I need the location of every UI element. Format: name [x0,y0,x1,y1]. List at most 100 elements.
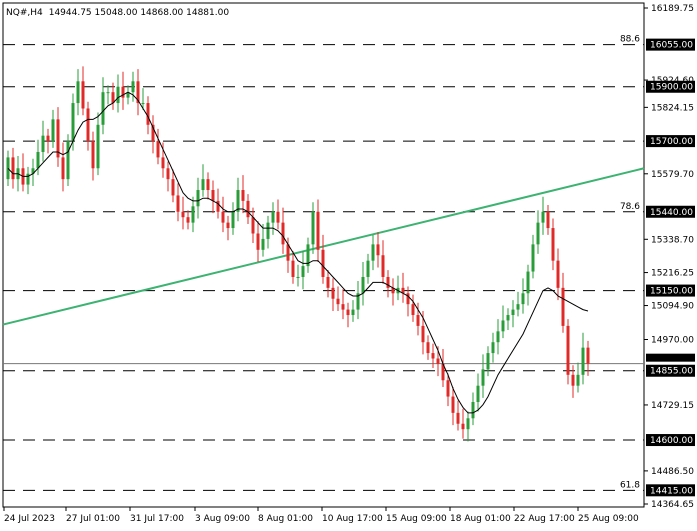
price-tick-label: 15338.70 [651,235,694,245]
price-tick-label: 15216.25 [651,269,694,279]
price-axis: 16189.7515924.6015824.1515579.7015338.70… [644,4,695,510]
level-price-label: 16055.00 [650,41,693,51]
price-tick-label: 15094.90 [651,302,694,312]
candle-body [316,211,320,250]
candle-body [371,244,375,261]
candle-body [161,157,165,169]
candle-body [331,287,335,299]
candle-body [376,244,380,256]
price-tick-label: 16189.75 [651,4,694,14]
candle-body [181,211,185,218]
candle-body [426,342,430,354]
candle-body [326,276,330,288]
candle-body [461,423,465,430]
candle-body [571,374,575,386]
candle-body [211,190,215,201]
price-tick-label: 14486.50 [651,467,694,477]
candle-body [186,217,190,223]
candle-body [101,92,105,125]
candle-body [166,168,170,180]
candle-body [141,103,145,105]
candle-body [561,287,565,326]
candle-body [576,374,580,386]
candle-body [96,124,100,169]
candle-body [496,331,500,343]
candle-body [526,271,530,294]
candle-body [566,325,570,375]
level-price-label: 14855.00 [650,367,693,377]
level-price-label: 15440.00 [650,208,693,218]
level-price-label: 14415.00 [650,486,693,496]
candle-body [191,206,195,223]
candle-body [221,211,225,223]
candle-body [466,418,470,430]
price-tick-label: 15579.70 [651,170,694,180]
candle-body [11,157,15,180]
candle-body [436,358,440,364]
candle-body [276,211,280,223]
date-tick-label: 27 Jul 01:00 [66,514,120,524]
date-tick-label: 10 Aug 17:00 [322,514,383,524]
candle-body [6,157,10,180]
candle-body [76,81,80,104]
candle-body [256,233,260,250]
candle-body [71,103,75,142]
price-tick-label: 15824.15 [651,103,694,113]
candle-body [246,200,250,218]
candle-body [311,211,315,245]
candle-body [516,304,520,310]
candle-body [231,211,235,229]
date-tick-label: 25 Aug 09:00 [578,514,639,524]
candle-body [66,141,70,180]
candle-body [206,179,210,191]
candle-body [301,266,305,277]
date-tick-label: 15 Aug 09:00 [386,514,447,524]
candle-body [476,385,480,402]
date-tick-label: 8 Aug 01:00 [258,514,313,524]
candle-body [511,309,515,316]
candle-body [546,211,550,229]
candle-body [196,190,200,207]
candle-body [236,190,240,212]
candle-body [361,276,365,294]
candle-body [106,92,110,94]
fib-level-label: 88.6 [620,35,640,45]
candle-body [171,179,175,196]
symbol-title: NQ#,H4 14944.75 15048.00 14868.00 14881.0… [6,8,229,18]
candle-body [521,293,525,305]
candle-body [81,81,85,109]
candle-body [346,309,350,316]
level-price-label: 15700.00 [650,137,693,147]
candle-body [501,320,505,332]
candle-body [416,315,420,326]
candle-body [411,304,415,316]
candle-body [271,211,275,223]
candle-body [156,141,160,158]
candle-body [321,249,325,277]
candle-body [241,190,245,201]
candle-body [456,412,460,424]
chart-canvas[interactable]: NQ#,H4 14944.75 15048.00 14868.00 14881.0… [0,0,697,527]
candle-body [341,304,345,310]
level-price-label: 14600.00 [650,436,693,446]
date-tick-label: 31 Jul 17:00 [130,514,184,524]
date-tick-label: 22 Aug 17:00 [514,514,575,524]
price-tick-label: 14970.00 [651,335,694,345]
candle-body [586,347,590,364]
candle-body [116,86,120,104]
candle-body [201,179,205,191]
candle-body [421,325,425,343]
candle-body [381,255,385,277]
level-price-label: 15150.00 [650,287,693,297]
candle-body [491,342,495,354]
candle-body [91,141,95,169]
candle-body [531,244,535,272]
date-axis: 24 Jul 2023 27 Jul 01:00 31 Jul 17:00 3 Aug… [3,507,639,524]
current-price-badge [646,353,695,362]
candle-body [551,228,555,261]
price-tick-label: 14729.15 [651,401,694,411]
trading-chart[interactable]: NQ#,H4 14944.75 15048.00 14868.00 14881.0… [0,0,697,527]
candle-body [281,222,285,245]
date-tick-label: 24 Jul 2023 [4,514,55,524]
candle-body [536,222,540,245]
